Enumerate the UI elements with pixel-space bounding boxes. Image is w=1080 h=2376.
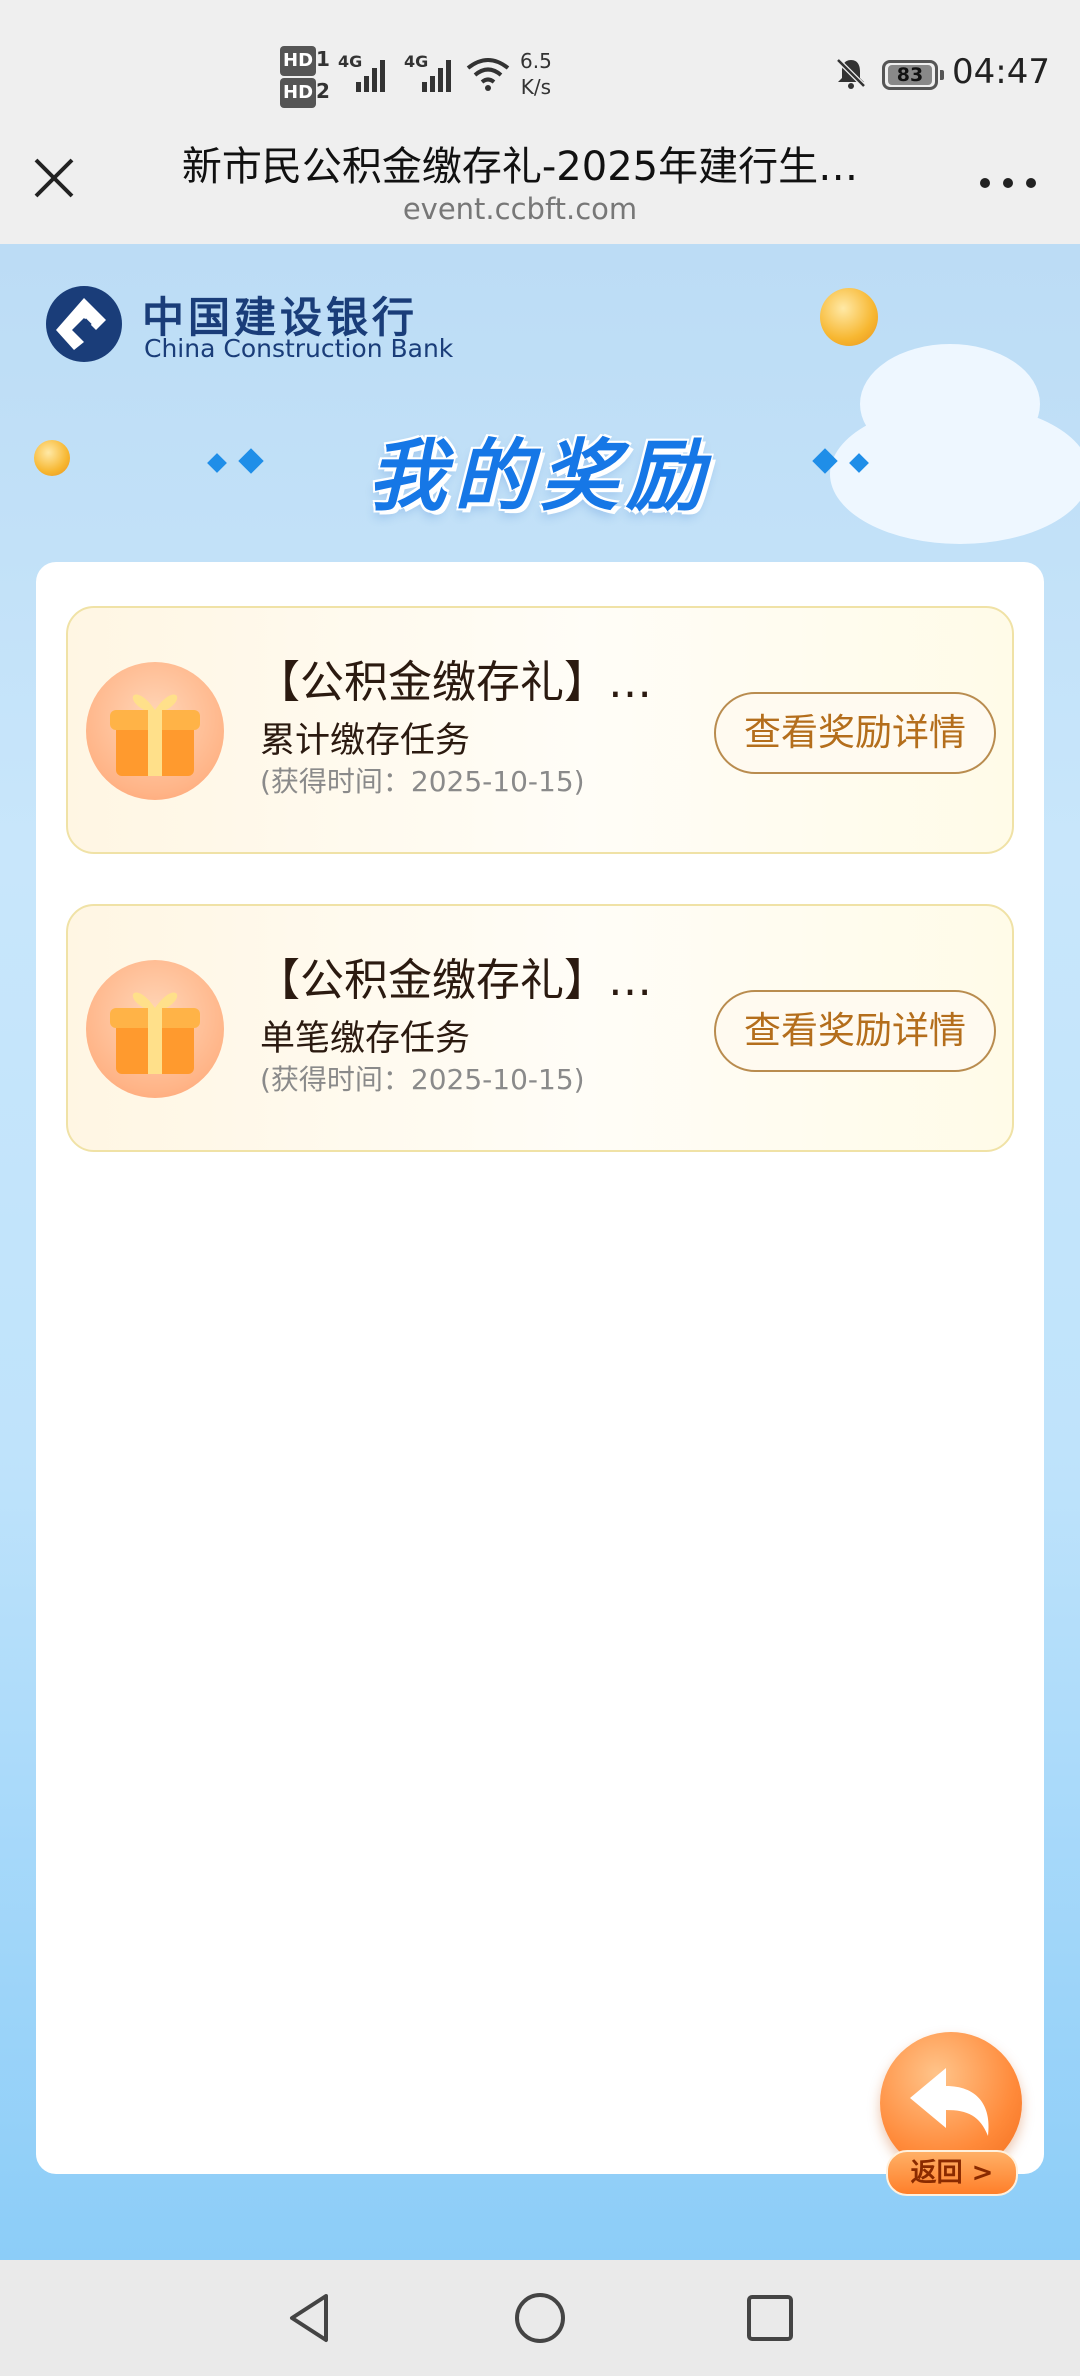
ccb-logo-icon xyxy=(46,286,122,362)
battery-level: 83 xyxy=(888,65,932,85)
view-reward-details-button[interactable]: 查看奖励详情 xyxy=(714,692,996,774)
gift-icon xyxy=(86,960,224,1098)
system-nav-bar xyxy=(0,2260,1080,2376)
more-icon[interactable] xyxy=(976,170,1040,194)
status-bar: HD 1 HD 2 4G 4G 6.5 K/s 83 04:47 xyxy=(0,0,1080,120)
reward-card: 【公积金缴存礼】3... 单笔缴存任务 (获得时间：2025-10-15) 查看… xyxy=(66,904,1014,1152)
reward-card: 【公积金缴存礼】5... 累计缴存任务 (获得时间：2025-10-15) 查看… xyxy=(66,606,1014,854)
network-type-2: 4G xyxy=(404,52,429,71)
view-reward-details-button[interactable]: 查看奖励详情 xyxy=(714,990,996,1072)
net-speed: 6.5 K/s xyxy=(520,48,552,100)
nav-back-icon[interactable] xyxy=(280,2288,340,2348)
reward-title: 【公积金缴存礼】5... xyxy=(256,657,676,708)
clock: 04:47 xyxy=(952,52,1050,92)
gift-icon xyxy=(86,662,224,800)
back-button-label: 返回 > xyxy=(886,2150,1018,2196)
coin-decoration xyxy=(820,288,878,346)
sim2-number: 2 xyxy=(316,79,330,103)
net-speed-value: 6.5 xyxy=(520,49,552,73)
page-heading: 我的奖励 xyxy=(367,432,712,522)
sim1-label: HD xyxy=(280,46,317,76)
battery-icon: 83 xyxy=(882,60,944,90)
back-button[interactable]: 返回 > xyxy=(872,2032,1032,2204)
bell-off-icon xyxy=(836,58,866,89)
net-speed-unit: K/s xyxy=(520,75,552,99)
brand-name-en: China Construction Bank xyxy=(144,334,454,363)
rewards-panel: 【公积金缴存礼】5... 累计缴存任务 (获得时间：2025-10-15) 查看… xyxy=(36,562,1044,2174)
reward-time: (获得时间：2025-10-15) xyxy=(260,1063,585,1096)
wifi-icon xyxy=(466,58,510,91)
reward-time: (获得时间：2025-10-15) xyxy=(260,765,585,798)
reward-task: 累计缴存任务 xyxy=(260,721,471,761)
nav-home-icon[interactable] xyxy=(510,2288,570,2348)
reward-title: 【公积金缴存礼】3... xyxy=(256,955,676,1006)
sim2-label: HD xyxy=(280,78,317,108)
rewards-page: 中国建设银行 China Construction Bank 我的奖励 【公积金… xyxy=(0,244,1080,2260)
browser-title-bar: 新市民公积金缴存礼-2025年建行生… event.ccbft.com xyxy=(0,120,1080,244)
close-icon[interactable] xyxy=(26,150,82,206)
signal-icon: 4G xyxy=(404,52,464,92)
network-type-1: 4G xyxy=(338,52,363,71)
reward-task: 单笔缴存任务 xyxy=(260,1019,471,1059)
nav-recents-icon[interactable] xyxy=(740,2288,800,2348)
page-title: 新市民公积金缴存礼-2025年建行生… xyxy=(181,144,859,190)
signal-icon: 4G xyxy=(338,52,398,92)
page-url: event.ccbft.com xyxy=(402,192,638,226)
hd-icon: HD 1 HD 2 xyxy=(280,44,332,108)
sim1-number: 1 xyxy=(316,47,330,71)
